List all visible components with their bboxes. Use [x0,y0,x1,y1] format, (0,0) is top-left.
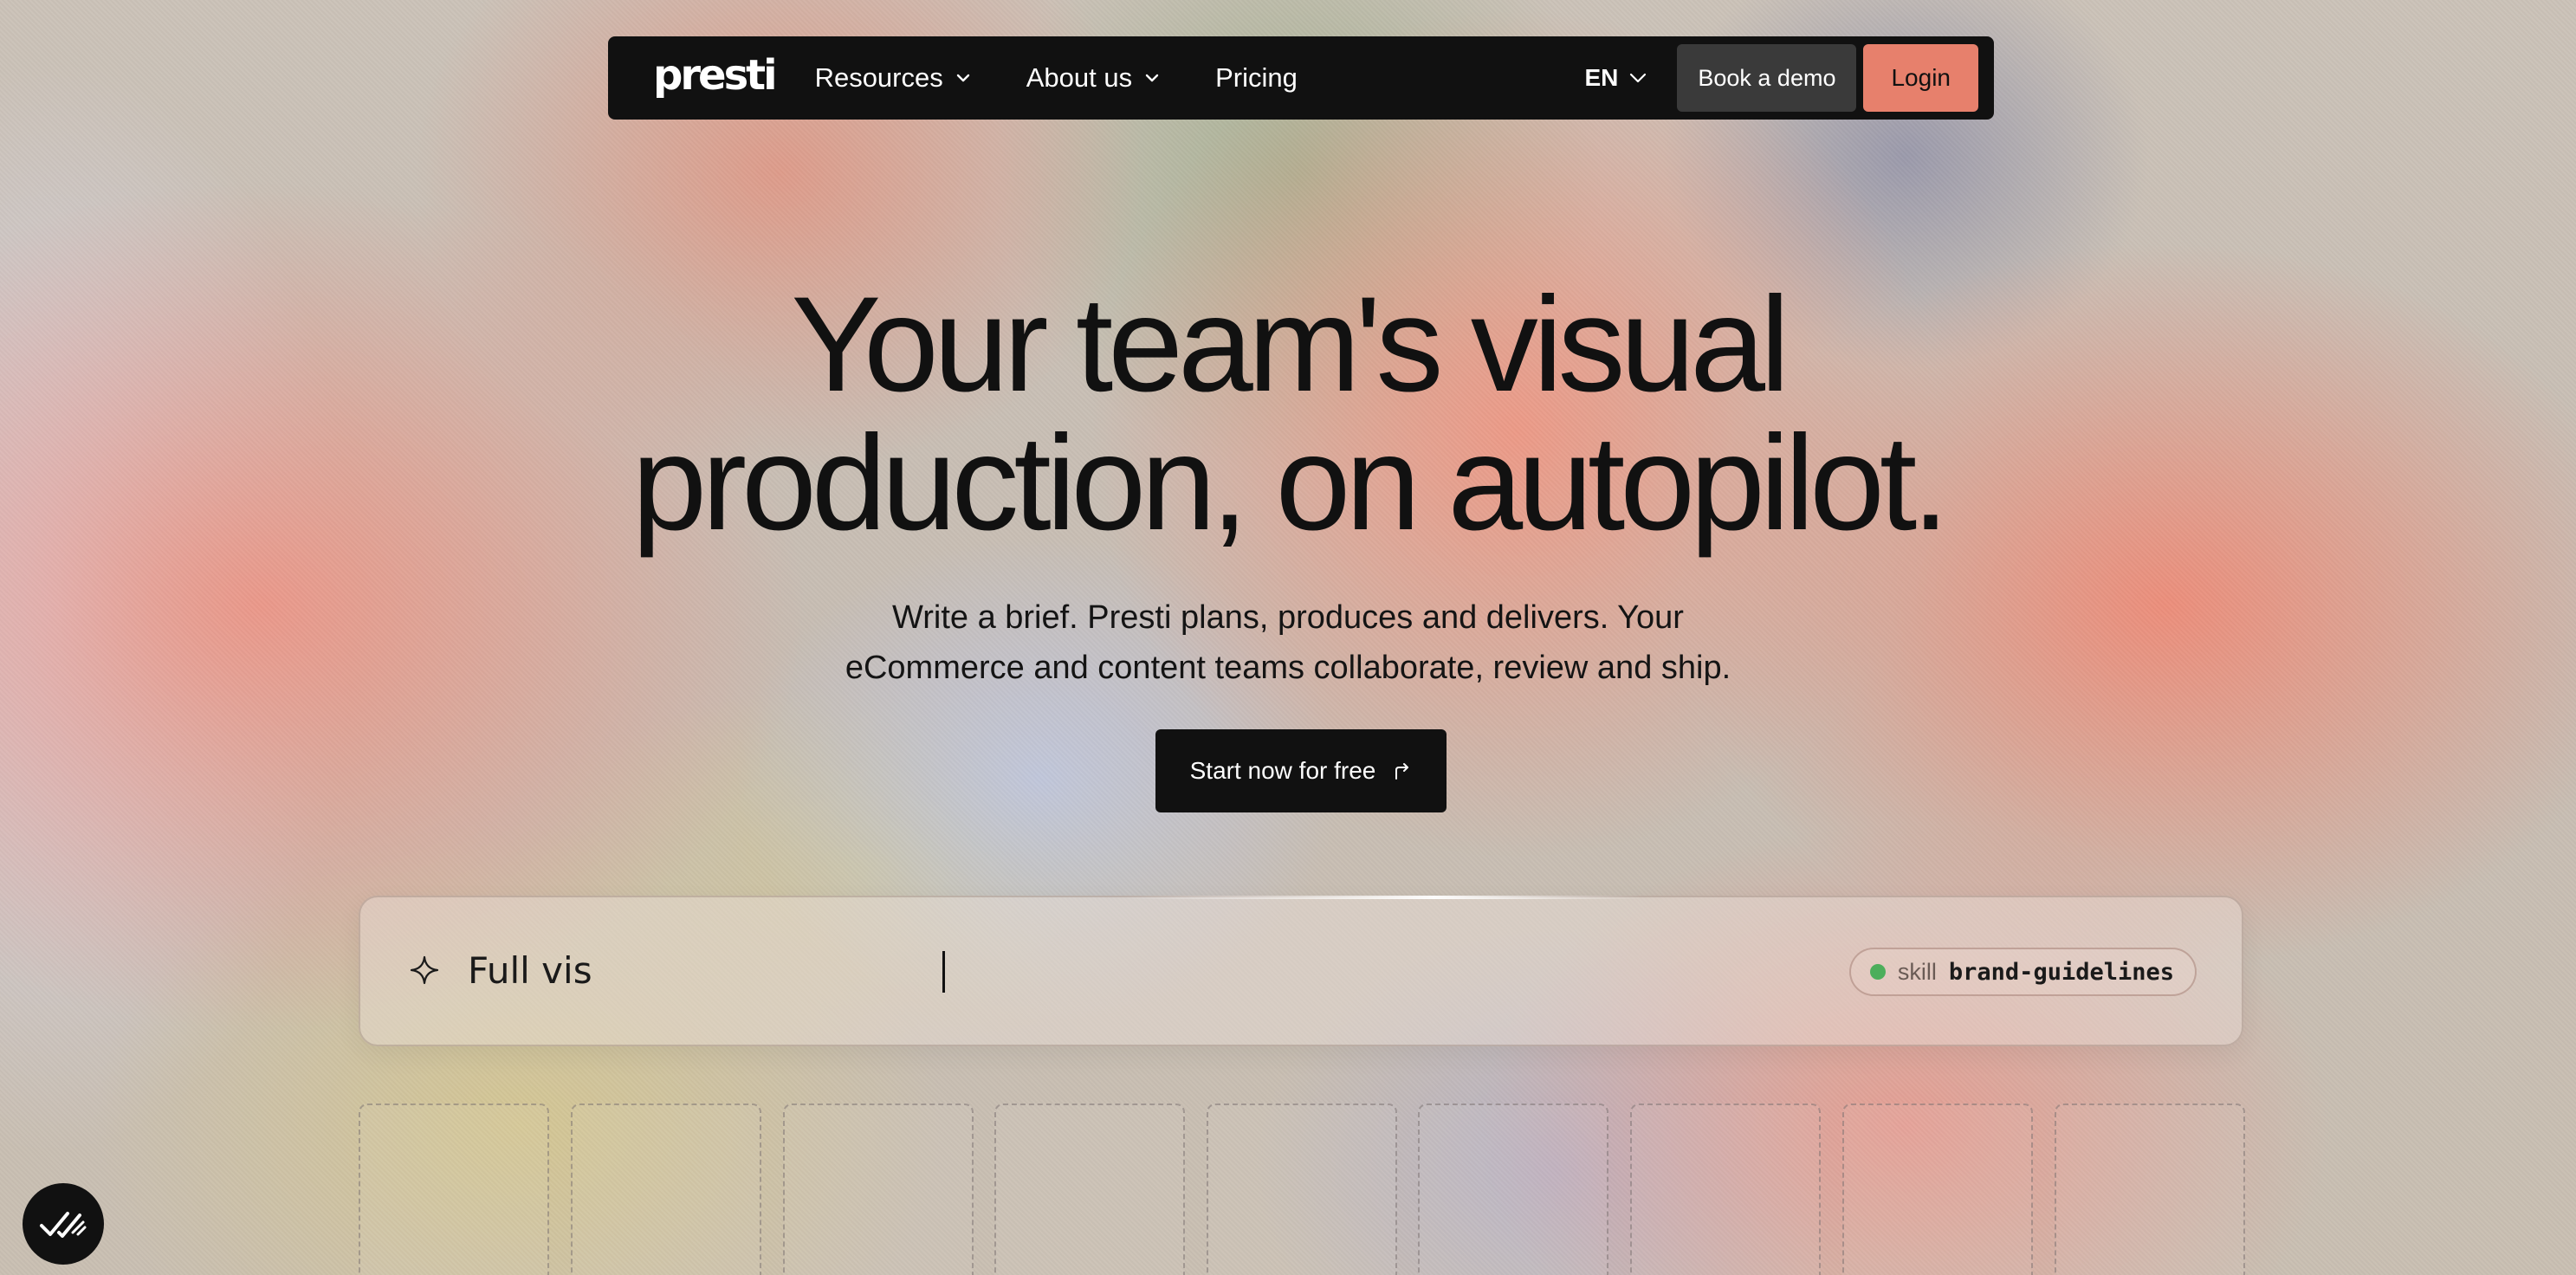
arrow-turn-up-right-icon [1395,763,1409,780]
brief-prompt-box[interactable]: skill brand-guidelines [359,896,2243,1046]
output-tile-placeholder [1842,1103,2033,1275]
skill-badge[interactable]: skill brand-guidelines [1848,948,2197,996]
output-tiles-row [359,1103,2247,1275]
hero-title-line-1: Your team's visual [791,269,1790,420]
nav-item-pricing[interactable]: Pricing [1215,62,1298,94]
skill-name: brand-guidelines [1948,958,2174,986]
nav-item-label: About us [1026,62,1133,93]
start-free-button[interactable]: Start now for free [1155,729,1447,812]
top-navbar: presti Resources About us Pricing EN Boo… [608,36,1994,120]
brief-input[interactable] [468,939,1767,1001]
nav-item-label: Resources [814,62,943,93]
output-tile-placeholder [1418,1103,1608,1275]
chevron-down-icon [956,74,969,82]
hero-subtitle: Write a brief. Presti plans, produces an… [812,592,1764,693]
output-tile-placeholder [1630,1103,1821,1275]
output-tile-placeholder [2055,1103,2245,1275]
hero-subtitle-line-2: eCommerce and content teams collaborate,… [845,650,1731,686]
output-tile-placeholder [994,1103,1185,1275]
hero-subtitle-line-1: Write a brief. Presti plans, produces an… [892,599,1684,636]
cta-label: Start now for free [1189,757,1376,784]
skill-status-dot [1869,964,1886,980]
skill-label: skill [1897,958,1937,985]
output-tile-placeholder [1207,1103,1397,1275]
output-tile-placeholder [571,1103,761,1275]
hero-title-line-2: production, on autopilot. [631,408,1949,559]
output-tile-placeholder [359,1103,549,1275]
status-check-badge[interactable] [23,1183,104,1265]
nav-item-label: Pricing [1215,62,1298,93]
chevron-down-icon [1145,74,1159,82]
hero-title: Your team's visual production, on autopi… [0,275,2576,553]
double-check-icon [40,1212,87,1238]
chevron-down-icon [1630,73,1647,83]
nav-item-about-us[interactable]: About us [1026,62,1160,94]
output-tile-placeholder [783,1103,974,1275]
language-label: EN [1584,64,1619,91]
nav-item-resources[interactable]: Resources [815,62,971,94]
text-caret [942,951,945,993]
sparkle-icon [410,955,439,985]
book-demo-button[interactable]: Book a demo [1677,44,1857,112]
language-selector[interactable]: EN [1584,64,1647,92]
prompt-border-glow [1123,896,1642,899]
presti-logo[interactable]: presti [653,55,778,96]
login-button[interactable]: Login [1863,44,1978,112]
